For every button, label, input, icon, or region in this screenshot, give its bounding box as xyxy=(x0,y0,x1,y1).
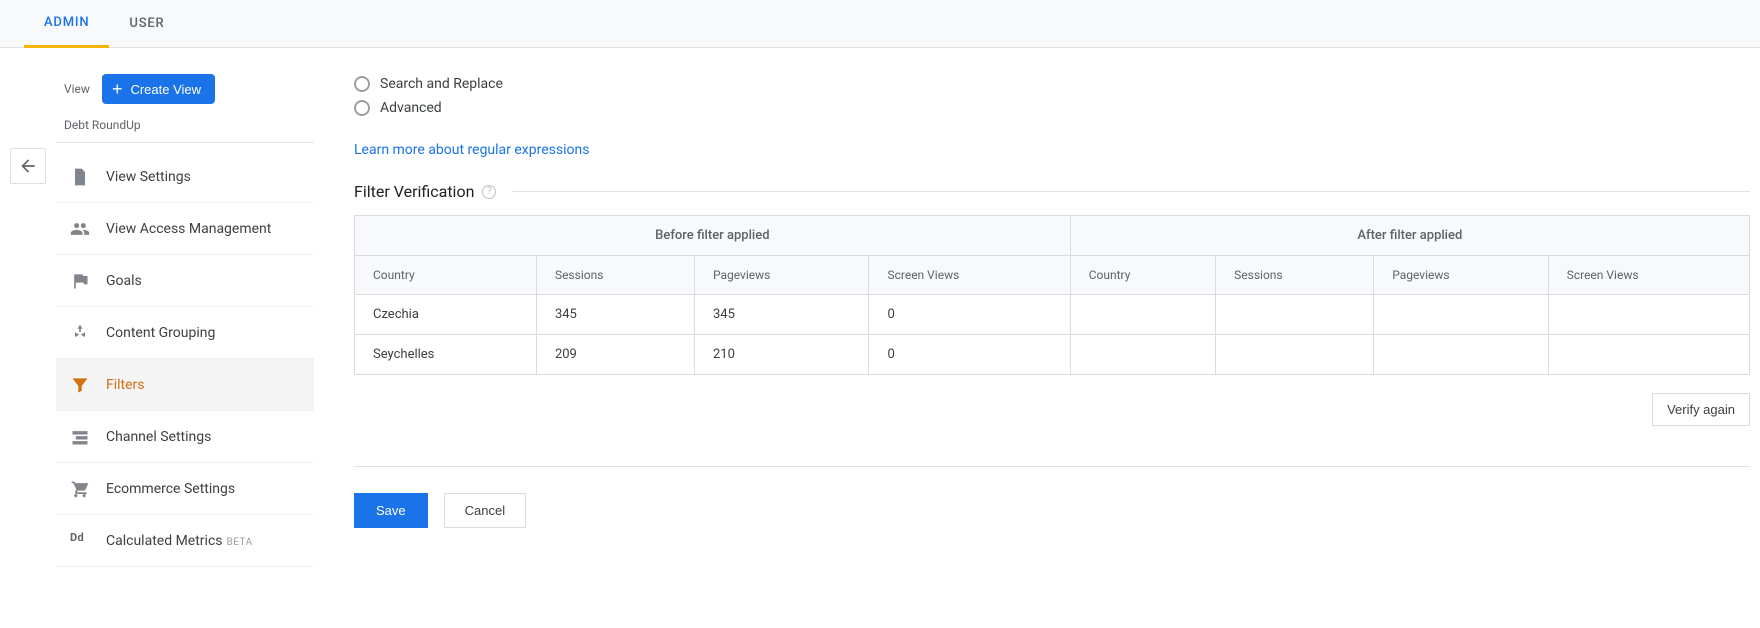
document-icon xyxy=(70,167,90,187)
tab-user[interactable]: USER xyxy=(109,0,184,48)
col-header[interactable]: Pageviews xyxy=(1374,256,1549,295)
sidebar-item-label: Channel Settings xyxy=(106,429,211,445)
cell xyxy=(1216,335,1374,375)
save-button[interactable]: Save xyxy=(354,493,428,528)
learn-more-link[interactable]: Learn more about regular expressions xyxy=(354,142,589,158)
sidebar-item-calculated-metrics[interactable]: Dd Calculated MetricsBETA xyxy=(56,515,314,567)
col-header[interactable]: Screen Views xyxy=(869,256,1070,295)
content-pane: Search and Replace Advanced Learn more a… xyxy=(314,48,1760,567)
cancel-button[interactable]: Cancel xyxy=(444,493,526,528)
radio-advanced[interactable]: Advanced xyxy=(354,100,1750,116)
cell: 0 xyxy=(869,335,1070,375)
divider xyxy=(512,191,1750,192)
filter-icon xyxy=(70,375,90,395)
cell: 0 xyxy=(869,295,1070,335)
flag-icon xyxy=(70,271,90,291)
cell xyxy=(1070,335,1215,375)
cell: Czechia xyxy=(355,295,537,335)
sidebar-item-filters[interactable]: Filters xyxy=(56,359,314,411)
sidebar-item-label: View Settings xyxy=(106,169,191,185)
sidebar: View + Create View Debt RoundUp View Set… xyxy=(56,48,314,567)
group-after-header: After filter applied xyxy=(1070,216,1749,256)
cell: 345 xyxy=(694,295,869,335)
tab-admin[interactable]: ADMIN xyxy=(24,0,109,48)
top-tabs: ADMIN USER xyxy=(0,0,1760,48)
radio-icon xyxy=(354,100,370,116)
verify-again-button[interactable]: Verify again xyxy=(1652,393,1750,426)
radio-icon xyxy=(354,76,370,92)
view-name[interactable]: Debt RoundUp xyxy=(56,116,314,143)
sidebar-item-label: Calculated MetricsBETA xyxy=(106,533,253,549)
radio-label: Advanced xyxy=(380,100,442,116)
cell: 210 xyxy=(694,335,869,375)
sidebar-item-goals[interactable]: Goals xyxy=(56,255,314,307)
cell xyxy=(1070,295,1215,335)
cell: 345 xyxy=(536,295,694,335)
sidebar-item-label: Filters xyxy=(106,377,145,393)
cell: 209 xyxy=(536,335,694,375)
cell xyxy=(1374,295,1549,335)
group-before-header: Before filter applied xyxy=(355,216,1071,256)
cart-icon xyxy=(70,479,90,499)
dd-icon: Dd xyxy=(70,531,90,551)
col-header[interactable]: Pageviews xyxy=(694,256,869,295)
filter-verification-table: Before filter applied After filter appli… xyxy=(354,215,1750,375)
arrow-left-icon xyxy=(18,156,38,176)
help-icon[interactable]: ? xyxy=(482,185,496,199)
sidebar-item-content-grouping[interactable]: Content Grouping xyxy=(56,307,314,359)
back-column xyxy=(0,48,56,567)
plus-icon: + xyxy=(112,80,123,98)
sidebar-item-label: Ecommerce Settings xyxy=(106,481,235,497)
channel-icon xyxy=(70,427,90,447)
create-view-button[interactable]: + Create View xyxy=(102,74,215,104)
sidebar-item-label: View Access Management xyxy=(106,221,271,237)
sidebar-item-access-management[interactable]: View Access Management xyxy=(56,203,314,255)
col-header[interactable]: Country xyxy=(1070,256,1215,295)
filter-verification-title: Filter Verification xyxy=(354,182,474,201)
sidebar-item-channel-settings[interactable]: Channel Settings xyxy=(56,411,314,463)
cell xyxy=(1548,335,1749,375)
col-header[interactable]: Sessions xyxy=(536,256,694,295)
radio-search-replace[interactable]: Search and Replace xyxy=(354,76,1750,92)
sidebar-item-label: Content Grouping xyxy=(106,325,215,341)
view-label: View xyxy=(64,82,90,96)
sidebar-item-label: Goals xyxy=(106,273,142,289)
col-header[interactable]: Screen Views xyxy=(1548,256,1749,295)
table-row: Seychelles 209 210 0 xyxy=(355,335,1750,375)
cell xyxy=(1374,335,1549,375)
sidebar-item-ecommerce[interactable]: Ecommerce Settings xyxy=(56,463,314,515)
col-header[interactable]: Sessions xyxy=(1216,256,1374,295)
create-view-label: Create View xyxy=(130,82,201,97)
cell xyxy=(1216,295,1374,335)
grouping-icon xyxy=(70,323,90,343)
radio-label: Search and Replace xyxy=(380,76,503,92)
back-button[interactable] xyxy=(10,148,46,184)
sidebar-item-view-settings[interactable]: View Settings xyxy=(56,151,314,203)
cell xyxy=(1548,295,1749,335)
col-header[interactable]: Country xyxy=(355,256,537,295)
people-icon xyxy=(70,219,90,239)
table-row: Czechia 345 345 0 xyxy=(355,295,1750,335)
cell: Seychelles xyxy=(355,335,537,375)
